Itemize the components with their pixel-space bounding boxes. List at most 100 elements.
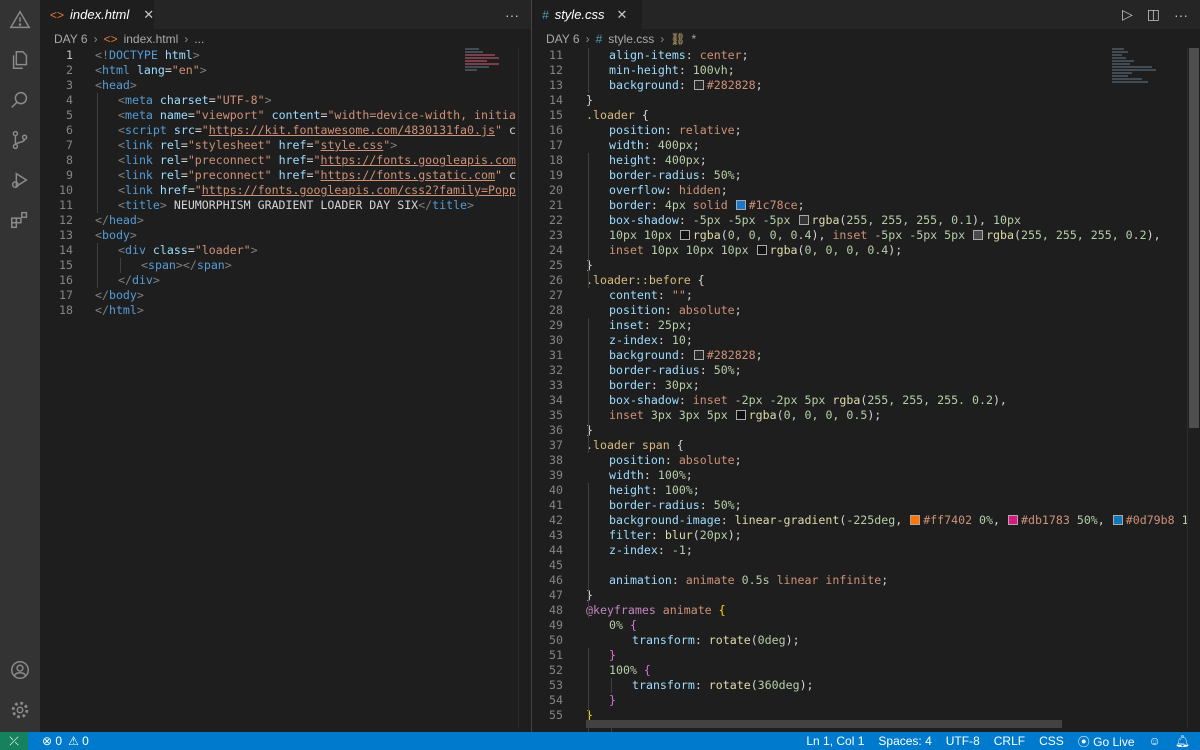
code-token: =: [180, 138, 188, 152]
breadcrumb-symbol[interactable]: ...: [194, 32, 204, 46]
code-token: border: [609, 378, 651, 392]
code-token: box-shadow: [609, 213, 679, 227]
code-token: <: [118, 123, 125, 137]
code-text: <head>: [95, 78, 137, 93]
minimap[interactable]: [1112, 48, 1172, 128]
split-editor-icon[interactable]: ◫: [1147, 6, 1160, 23]
line-number: 15: [59, 258, 73, 272]
color-swatch[interactable]: [735, 410, 746, 420]
explorer-icon[interactable]: [8, 48, 32, 72]
code-token: :: [699, 498, 714, 512]
close-icon[interactable]: ✕: [617, 7, 628, 23]
run-icon[interactable]: ▷: [1122, 6, 1133, 23]
tab-bar: <> index.html ✕ ···: [40, 0, 531, 29]
code-token: :: [678, 348, 693, 362]
indent-guide: [588, 153, 589, 288]
code-token: href: [159, 183, 188, 197]
code-token: 10px 10px: [609, 228, 672, 242]
code-token: 50%: [713, 498, 735, 512]
color-swatch[interactable]: [973, 230, 984, 240]
line-number: 7: [66, 138, 73, 152]
run-debug-icon[interactable]: [8, 168, 32, 192]
breadcrumb-file[interactable]: style.css: [608, 32, 654, 46]
tab-label: index.html: [70, 7, 130, 22]
code-text: border-radius: 50%;: [609, 363, 742, 378]
color-swatch[interactable]: [1112, 515, 1123, 525]
warning-icon[interactable]: [8, 8, 32, 32]
breadcrumb-file[interactable]: index.html: [124, 32, 179, 46]
tab-index-html[interactable]: <> index.html ✕: [40, 0, 154, 29]
code-token: >: [264, 93, 272, 107]
color-swatch[interactable]: [1007, 515, 1018, 525]
gear-icon[interactable]: [8, 698, 32, 722]
code-text: <link rel="preconnect" href="https://fon…: [118, 153, 516, 168]
vertical-scrollbar[interactable]: [518, 48, 531, 728]
code-token: 30px: [664, 378, 693, 392]
bell-icon[interactable]: 🔔︎: [1175, 734, 1190, 748]
code-token: =: [164, 63, 172, 77]
code-token: ;: [685, 318, 693, 332]
source-control-icon[interactable]: [8, 128, 32, 152]
code-text: .loader::before {: [586, 273, 705, 288]
code-token: :: [650, 198, 665, 212]
line-number: 14: [59, 243, 73, 257]
color-swatch[interactable]: [693, 80, 704, 90]
line-number: 21: [549, 198, 563, 212]
color-swatch[interactable]: [756, 245, 767, 255]
chevron-right-icon: ›: [93, 32, 98, 46]
horizontal-scrollbar[interactable]: [586, 720, 1062, 728]
tab-style-css[interactable]: # style.css ✕: [532, 0, 642, 29]
end-of-line[interactable]: CRLF: [994, 734, 1025, 748]
chevron-right-icon: ›: [660, 32, 665, 46]
code-token: 0%: [609, 618, 623, 632]
go-live-button[interactable]: ⦿ Go Live: [1078, 733, 1135, 750]
breadcrumb-symbol[interactable]: *: [692, 32, 697, 46]
scrollbar-thumb[interactable]: [1189, 48, 1199, 428]
code-token: 50%: [713, 168, 735, 182]
code-token: ": [194, 183, 202, 197]
code-token: align-items: [609, 48, 686, 62]
code-text: </html>: [95, 303, 144, 318]
close-icon[interactable]: ✕: [143, 7, 154, 23]
code-token: "en": [171, 63, 200, 77]
code-token: html: [164, 48, 193, 62]
color-swatch[interactable]: [798, 215, 809, 225]
color-swatch[interactable]: [735, 200, 746, 210]
minimap[interactable]: [465, 48, 525, 88]
code-token: 100%: [664, 483, 693, 497]
code-token: #db1783: [1020, 513, 1070, 527]
warnings-count[interactable]: ⚠ 0: [68, 734, 89, 748]
account-icon[interactable]: [8, 658, 32, 682]
color-swatch[interactable]: [679, 230, 690, 240]
search-icon[interactable]: [8, 88, 32, 112]
breadcrumb-folder[interactable]: DAY 6: [54, 32, 88, 46]
color-swatch[interactable]: [910, 515, 921, 525]
code-token: link: [124, 168, 153, 182]
errors-count[interactable]: ⊗ 0: [42, 734, 62, 748]
code-token: 255, 255, 255, 0.1: [846, 213, 973, 227]
code-token: </: [95, 288, 109, 302]
code-token: {: [718, 603, 726, 617]
code-token: }: [609, 648, 616, 662]
cursor-position[interactable]: Ln 1, Col 1: [806, 734, 864, 748]
encoding[interactable]: UTF-8: [946, 734, 980, 748]
breadcrumb-folder[interactable]: DAY 6: [546, 32, 580, 46]
code-text: transform: rotate(0deg);: [632, 633, 800, 648]
code-token: box-shadow: [609, 393, 679, 407]
remote-icon[interactable]: ⤫: [0, 732, 28, 750]
line-number: 51: [549, 648, 563, 662]
more-actions-icon[interactable]: ···: [505, 7, 519, 23]
more-actions-icon[interactable]: ···: [1174, 7, 1188, 23]
code-token: {: [629, 618, 637, 632]
feedback-icon[interactable]: ☺: [1149, 734, 1161, 748]
language-mode[interactable]: CSS: [1039, 734, 1064, 748]
code-token: 100%: [609, 663, 637, 677]
code-token: title: [432, 198, 468, 212]
color-swatch[interactable]: [693, 350, 704, 360]
code-token: =: [187, 183, 195, 197]
indentation[interactable]: Spaces: 4: [878, 734, 931, 748]
vertical-scrollbar[interactable]: [1187, 48, 1200, 728]
extensions-icon[interactable]: [8, 208, 32, 232]
